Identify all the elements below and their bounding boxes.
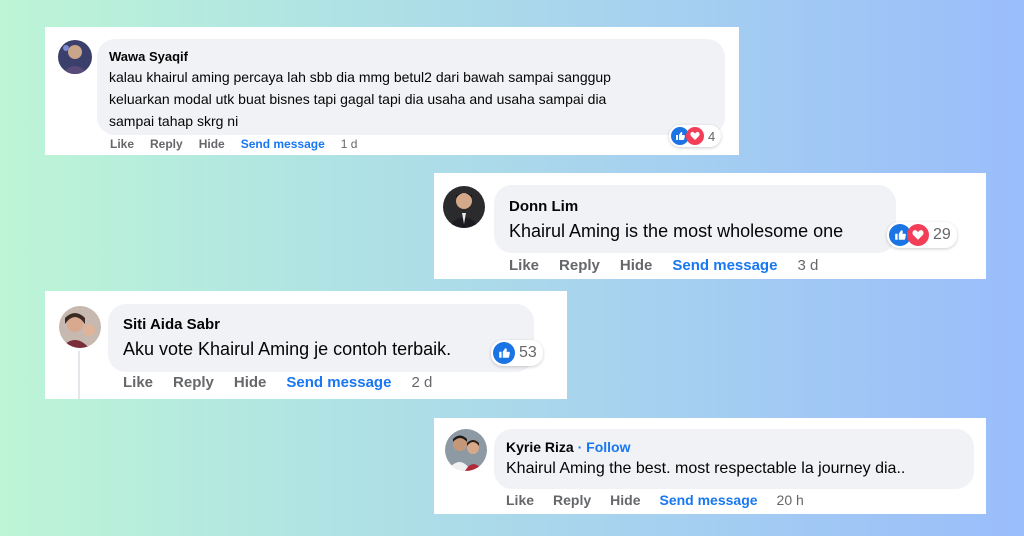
comment-bubble: Donn Lim Khairul Aming is the most whole…: [494, 185, 896, 253]
author-name[interactable]: Siti Aida Sabr: [123, 316, 220, 333]
love-icon: [907, 224, 929, 246]
like-button[interactable]: Like: [509, 257, 539, 274]
like-icon: [493, 342, 515, 364]
reply-button[interactable]: Reply: [553, 492, 591, 508]
comment-text-line: Aku vote Khairul Aming je contoh terbaik…: [123, 339, 452, 359]
comment-card-kyrie: Kyrie Riza · Follow Khairul Aming the be…: [434, 418, 986, 514]
hide-button[interactable]: Hide: [620, 257, 653, 274]
reaction-count: 53: [519, 344, 537, 361]
hide-button[interactable]: Hide: [234, 374, 267, 391]
reaction-summary[interactable]: 53: [491, 340, 543, 366]
author-name[interactable]: Wawa Syaqif: [109, 49, 188, 64]
love-icon: [686, 127, 704, 145]
timestamp[interactable]: 3 d: [797, 257, 818, 274]
send-message-button[interactable]: Send message: [286, 374, 391, 391]
comment-bubble: Kyrie Riza · Follow Khairul Aming the be…: [494, 429, 974, 489]
comment-text-line: Khairul Aming the best. most respectable…: [506, 460, 906, 477]
comment-text-line: Khairul Aming is the most wholesome one: [509, 221, 844, 241]
comment-bubble: Siti Aida Sabr Aku vote Khairul Aming je…: [108, 304, 534, 372]
timestamp[interactable]: 20 h: [777, 492, 804, 508]
like-button[interactable]: Like: [123, 374, 153, 391]
reply-button[interactable]: Reply: [173, 374, 214, 391]
reaction-summary[interactable]: 4: [669, 125, 722, 147]
reaction-count: 4: [708, 128, 716, 144]
thread-line: [78, 351, 80, 399]
comment-text-line: keluarkan modal utk buat bisnes tapi gag…: [109, 91, 607, 107]
reaction-summary[interactable]: 29: [887, 222, 957, 248]
comment-actions: Like Reply Hide Send message 2 d: [123, 374, 432, 391]
comment-card-wawa: Wawa Syaqif kalau khairul aming percaya …: [45, 27, 739, 155]
send-message-button[interactable]: Send message: [659, 492, 757, 508]
hide-button[interactable]: Hide: [199, 137, 225, 151]
timestamp[interactable]: 1 d: [341, 137, 358, 151]
comment-card-donn: Donn Lim Khairul Aming is the most whole…: [434, 173, 986, 279]
like-button[interactable]: Like: [110, 137, 134, 151]
avatar[interactable]: [443, 186, 485, 228]
comment-card-siti: Siti Aida Sabr Aku vote Khairul Aming je…: [45, 291, 567, 399]
author-name[interactable]: Donn Lim: [509, 198, 578, 215]
reply-button[interactable]: Reply: [559, 257, 600, 274]
comment-text-line: kalau khairul aming percaya lah sbb dia …: [109, 69, 611, 85]
send-message-button[interactable]: Send message: [672, 257, 777, 274]
send-message-button[interactable]: Send message: [241, 137, 325, 151]
comment-actions: Like Reply Hide Send message 1 d: [110, 137, 357, 151]
author-name[interactable]: Kyrie Riza: [506, 439, 574, 455]
comment-actions: Like Reply Hide Send message 20 h: [506, 492, 804, 508]
author-header: Kyrie Riza · Follow: [506, 439, 630, 455]
avatar[interactable]: [445, 429, 487, 471]
like-button[interactable]: Like: [506, 492, 534, 508]
separator-dot: ·: [573, 439, 587, 455]
reply-button[interactable]: Reply: [150, 137, 183, 151]
avatar[interactable]: [58, 40, 92, 74]
timestamp[interactable]: 2 d: [411, 374, 432, 391]
follow-link[interactable]: Follow: [586, 439, 630, 455]
hide-button[interactable]: Hide: [610, 492, 640, 508]
comment-bubble: Wawa Syaqif kalau khairul aming percaya …: [97, 39, 725, 135]
comment-actions: Like Reply Hide Send message 3 d: [509, 257, 818, 274]
reaction-count: 29: [933, 226, 951, 243]
comment-text-line: sampai tahap skrg ni: [109, 113, 239, 129]
avatar[interactable]: [59, 306, 101, 348]
